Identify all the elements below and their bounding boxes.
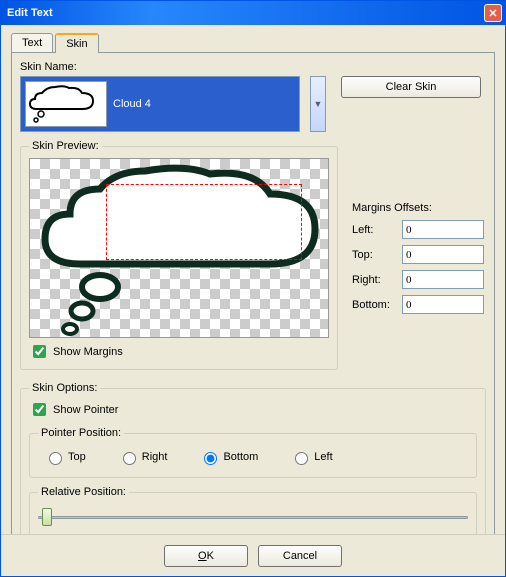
pointer-right-radio[interactable] [123, 452, 136, 465]
margins-offsets-label: Margins Offsets: [352, 202, 486, 214]
margin-top-input[interactable] [402, 245, 484, 264]
skin-preview-group: Skin Preview: Show [20, 140, 338, 370]
window-title: Edit Text [7, 7, 484, 19]
titlebar: Edit Text ✕ [1, 1, 505, 25]
pointer-bottom-option[interactable]: Bottom [199, 449, 258, 465]
show-pointer-checkbox[interactable] [33, 403, 46, 416]
pointer-left-radio[interactable] [295, 452, 308, 465]
margin-bottom-label: Bottom: [352, 299, 402, 311]
dialog-footer: OK Cancel [1, 534, 505, 576]
preview-canvas [29, 158, 329, 338]
skin-name-label: Skin Name: [20, 61, 486, 73]
show-pointer-label: Show Pointer [53, 404, 118, 416]
skin-dropdown[interactable]: Cloud 4 [20, 76, 300, 132]
skin-options-label: Skin Options: [29, 382, 100, 394]
ok-button[interactable]: OK [164, 545, 248, 567]
pointer-left-label: Left [314, 451, 332, 463]
content-area: Text Skin Skin Name: Cloud 4 ▼ [1, 25, 505, 534]
relative-position-group: Relative Position: [29, 486, 477, 534]
margin-bottom-input[interactable] [402, 295, 484, 314]
pointer-bottom-label: Bottom [223, 451, 258, 463]
pointer-top-option[interactable]: Top [44, 449, 86, 465]
skin-options-group: Skin Options: Show Pointer Pointer Posit… [20, 382, 486, 534]
show-margins-checkbox[interactable] [33, 345, 46, 358]
pointer-left-option[interactable]: Left [290, 449, 332, 465]
pointer-top-label: Top [68, 451, 86, 463]
pointer-bottom-radio[interactable] [204, 452, 217, 465]
pointer-position-group: Pointer Position: Top Right Bottom [29, 427, 477, 478]
dropdown-toggle[interactable]: ▼ [310, 76, 326, 132]
tab-skin[interactable]: Skin [55, 33, 98, 53]
close-button[interactable]: ✕ [484, 4, 502, 22]
slider-rail [38, 516, 468, 519]
margin-left-label: Left: [352, 224, 402, 236]
cloud-thumb-icon [27, 83, 105, 125]
margin-right-input[interactable] [402, 270, 484, 289]
relative-position-slider[interactable] [38, 504, 468, 530]
margin-right-label: Right: [352, 274, 402, 286]
close-icon: ✕ [488, 7, 497, 20]
pointer-top-radio[interactable] [49, 452, 62, 465]
margin-left-input[interactable] [402, 220, 484, 239]
cancel-button[interactable]: Cancel [258, 545, 342, 567]
tab-bar: Text Skin [11, 33, 495, 53]
preview-margin-guide [106, 184, 302, 260]
pointer-right-label: Right [142, 451, 168, 463]
skin-name-row: Cloud 4 ▼ Clear Skin [20, 76, 486, 132]
relative-position-label: Relative Position: [38, 486, 129, 498]
skin-thumbnail [25, 81, 107, 127]
show-margins-label: Show Margins [53, 346, 123, 358]
skin-name-value: Cloud 4 [113, 98, 151, 110]
skin-panel: Skin Name: Cloud 4 ▼ Clea [11, 52, 495, 534]
tab-text[interactable]: Text [11, 33, 53, 53]
clear-skin-button[interactable]: Clear Skin [341, 76, 481, 98]
skin-preview-label: Skin Preview: [29, 140, 102, 152]
slider-thumb[interactable] [42, 508, 52, 526]
margin-top-label: Top: [352, 249, 402, 261]
chevron-down-icon: ▼ [314, 99, 323, 109]
edit-text-window: Edit Text ✕ Text Skin Skin Name: [0, 0, 506, 577]
pointer-position-label: Pointer Position: [38, 427, 124, 439]
pointer-right-option[interactable]: Right [118, 449, 168, 465]
